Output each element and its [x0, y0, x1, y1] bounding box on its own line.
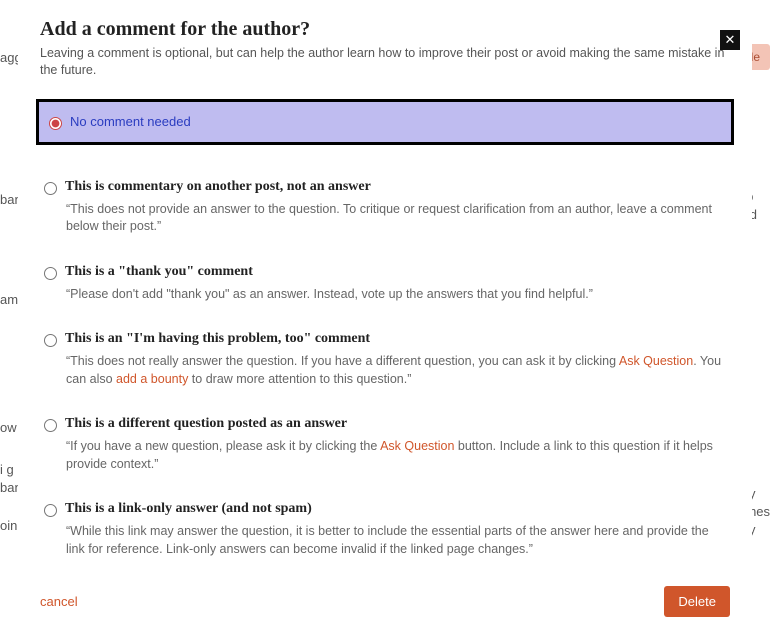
option-commentary[interactable]: This is commentary on another post, not …	[40, 169, 730, 242]
bg-text: oin	[0, 518, 17, 533]
bg-text: ow	[0, 420, 17, 435]
radio-diff-question[interactable]	[44, 419, 57, 432]
ask-question-link[interactable]: Ask Question	[619, 354, 693, 368]
option-no-comment[interactable]: No comment needed	[40, 93, 730, 157]
radio-no-comment[interactable]	[49, 117, 62, 130]
radio-linkonly[interactable]	[44, 504, 57, 517]
option-desc: “If you have a new question, please ask …	[66, 438, 726, 473]
option-label: This is an "I'm having this problem, too…	[65, 331, 370, 347]
option-thankyou[interactable]: This is a "thank you" comment “Please do…	[40, 254, 730, 310]
radio-metoo[interactable]	[44, 334, 57, 347]
option-label: This is commentary on another post, not …	[65, 179, 371, 195]
option-desc: “Please don't add "thank you" as an answ…	[66, 286, 726, 304]
ask-question-link[interactable]: Ask Question	[380, 439, 454, 453]
radio-thankyou[interactable]	[44, 267, 57, 280]
options-list: No comment needed This is commentary on …	[40, 93, 730, 565]
option-linkonly[interactable]: This is a link-only answer (and not spam…	[40, 491, 730, 564]
option-diff-question[interactable]: This is a different question posted as a…	[40, 406, 730, 479]
option-desc: “This does not provide an answer to the …	[66, 201, 726, 236]
radio-commentary[interactable]	[44, 182, 57, 195]
option-label: This is a different question posted as a…	[65, 416, 347, 432]
close-button[interactable]: ✕	[720, 30, 740, 50]
modal-subtitle: Leaving a comment is optional, but can h…	[40, 45, 730, 79]
option-label: This is a link-only answer (and not spam…	[65, 501, 312, 517]
close-icon: ✕	[725, 32, 736, 48]
highlight-box: No comment needed	[36, 99, 734, 145]
option-metoo[interactable]: This is an "I'm having this problem, too…	[40, 321, 730, 394]
modal-title: Add a comment for the author?	[40, 18, 730, 41]
bg-text: i g	[0, 462, 14, 477]
modal-dialog: Add a comment for the author? Leaving a …	[18, 0, 752, 602]
option-label: This is a "thank you" comment	[65, 264, 253, 280]
option-desc: “While this link may answer the question…	[66, 523, 726, 558]
option-desc: “This does not really answer the questio…	[66, 353, 726, 388]
add-bounty-link[interactable]: add a bounty	[116, 372, 188, 386]
option-label: No comment needed	[70, 114, 191, 129]
